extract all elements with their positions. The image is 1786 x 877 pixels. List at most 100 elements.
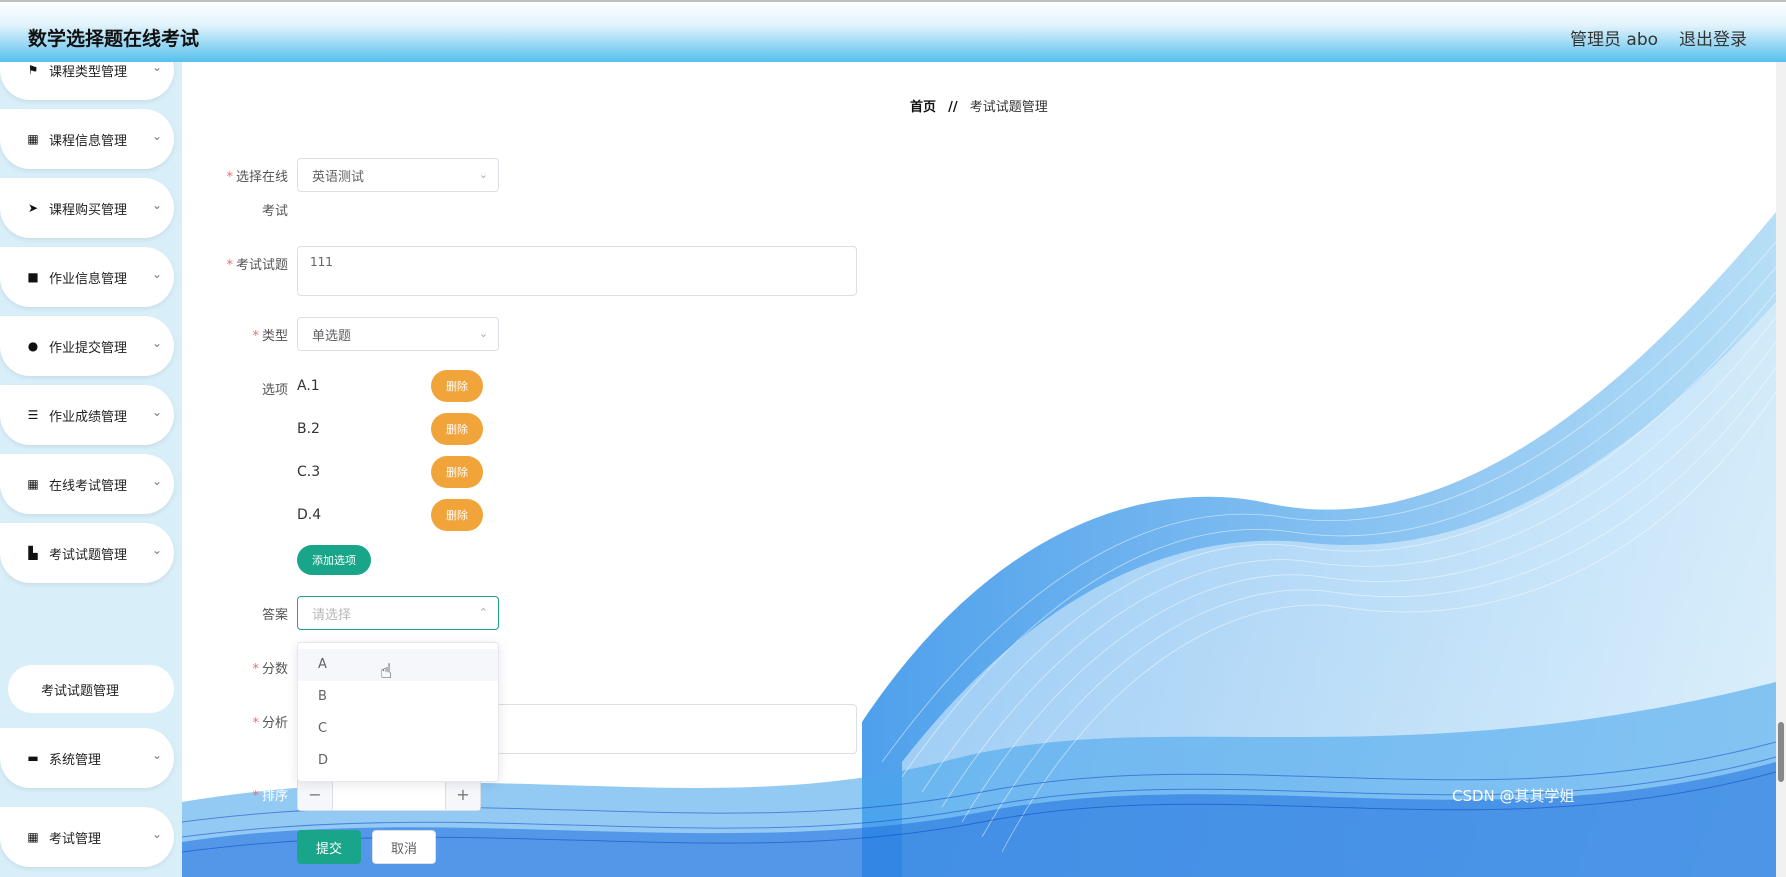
option-item: A.1 — [297, 378, 320, 394]
sidebar-item-course-info[interactable]: ▦ 课程信息管理 ⌄ — [0, 109, 174, 169]
main-content: 首页 // 考试试题管理 * 选择在线 考试 英语测试 ⌄ * 考试试题 111 *… — [182, 62, 1776, 877]
exam-select-label-line2: 考试 — [261, 204, 288, 219]
chevron-down-icon: ⌄ — [151, 543, 162, 557]
exam-select-label: * 选择在线 — [226, 170, 288, 185]
sidebar-item-course-type[interactable]: ⚑ 课程类型管理 ⌄ — [0, 62, 174, 100]
sidebar-item-label: 考试管理 — [49, 831, 102, 847]
option-item: D.4 — [297, 507, 322, 523]
chevron-down-icon: ⌄ — [151, 827, 162, 841]
required-mark: * — [226, 258, 233, 273]
top-header: 数学选择题在线考试 管理员 abo 退出登录 — [0, 0, 1786, 62]
sidebar: ⚑ 课程类型管理 ⌄ ▦ 课程信息管理 ⌄ ➤ 课程购买管理 ⌄ ■ 作业信息管… — [0, 62, 182, 877]
watermark: CSDN @其其学姐 — [1452, 787, 1575, 805]
submit-button[interactable]: 提交 — [297, 830, 361, 864]
sidebar-item-label: 课程信息管理 — [49, 133, 128, 149]
answer-dropdown: A B C D — [297, 642, 499, 782]
chevron-up-icon: ⌃ — [478, 606, 488, 619]
order-label: * 排序 — [252, 789, 288, 804]
answer-select-placeholder: 请选择 — [312, 607, 352, 623]
required-mark: * — [252, 716, 259, 731]
grid-icon: ▦ — [27, 477, 39, 491]
chat-icon: ▬ — [27, 751, 39, 765]
decrement-button[interactable]: − — [298, 778, 332, 810]
order-stepper[interactable]: − + — [297, 777, 481, 811]
grid-icon: ▦ — [27, 132, 39, 146]
required-mark: * — [252, 329, 259, 344]
grid-icon: ▦ — [27, 830, 39, 844]
dropdown-option-d[interactable]: D — [298, 745, 498, 777]
breadcrumb-separator: // — [948, 100, 958, 115]
cancel-button[interactable]: 取消 — [372, 830, 436, 864]
chevron-down-icon: ⌄ — [151, 405, 162, 419]
scrollbar-thumb[interactable] — [1778, 722, 1784, 782]
score-label: * 分数 — [252, 662, 288, 677]
delete-option-button[interactable]: 删除 — [431, 499, 483, 531]
flag-icon: ⚑ — [27, 63, 39, 77]
submenu-exam-question[interactable]: 考试试题管理 — [8, 665, 174, 713]
breadcrumb-current: 考试试题管理 — [969, 100, 1048, 115]
required-mark: * — [226, 170, 233, 185]
type-label: * 类型 — [252, 329, 288, 344]
chevron-down-icon: ⌄ — [151, 748, 162, 762]
sidebar-item-homework-info[interactable]: ■ 作业信息管理 ⌄ — [0, 247, 174, 307]
sidebar-item-exam[interactable]: ▦ 考试管理 ⌄ — [0, 807, 174, 867]
chevron-down-icon: ⌄ — [151, 336, 162, 350]
sidebar-item-label: 课程购买管理 — [49, 202, 128, 218]
type-select[interactable]: 单选题 ⌄ — [297, 317, 499, 351]
sidebar-item-online-exam[interactable]: ▦ 在线考试管理 ⌄ — [0, 454, 174, 514]
chevron-down-icon: ⌄ — [478, 168, 488, 181]
dropdown-option-b[interactable]: B — [298, 681, 498, 713]
briefcase-icon: ■ — [27, 270, 39, 284]
chart-icon: ▙ — [28, 546, 38, 560]
sidebar-item-label: 考试试题管理 — [49, 547, 128, 563]
sidebar-item-homework-submit[interactable]: ● 作业提交管理 ⌄ — [0, 316, 174, 376]
chevron-down-icon: ⌄ — [151, 62, 162, 74]
exam-select[interactable]: 英语测试 ⌄ — [297, 158, 499, 192]
chevron-down-icon: ⌄ — [151, 129, 162, 143]
sidebar-item-label: 作业提交管理 — [49, 340, 128, 356]
required-mark: * — [252, 662, 259, 677]
sidebar-item-system[interactable]: ▬ 系统管理 ⌄ — [0, 728, 174, 788]
analysis-label: * 分析 — [252, 716, 288, 731]
chevron-down-icon: ⌄ — [151, 474, 162, 488]
hand-cursor-icon: ☝ — [380, 659, 393, 683]
sidebar-item-label: 系统管理 — [49, 752, 102, 768]
question-textarea[interactable]: 111 — [297, 246, 857, 296]
answer-label: 答案 — [261, 608, 288, 623]
dropdown-option-c[interactable]: C — [298, 713, 498, 745]
dropdown-option-a[interactable]: A — [298, 649, 498, 681]
delete-option-button[interactable]: 删除 — [431, 456, 483, 488]
app-title: 数学选择题在线考试 — [28, 28, 200, 50]
delete-option-button[interactable]: 删除 — [431, 413, 483, 445]
chevron-down-icon: ⌄ — [478, 327, 488, 340]
answer-select[interactable]: 请选择 ⌃ — [297, 596, 499, 630]
breadcrumb-home[interactable]: 首页 — [910, 100, 936, 115]
required-mark: * — [252, 789, 259, 804]
admin-user-label: 管理员 abo — [1570, 30, 1659, 50]
type-select-value: 单选题 — [312, 328, 352, 344]
breadcrumb: 首页 // 考试试题管理 — [910, 96, 1048, 115]
sidebar-item-label: 在线考试管理 — [49, 478, 128, 494]
sidebar-item-label: 课程类型管理 — [49, 64, 128, 80]
chevron-down-icon: ⌄ — [151, 198, 162, 212]
delete-option-button[interactable]: 删除 — [431, 370, 483, 402]
option-item: C.3 — [297, 464, 321, 480]
chevron-down-icon: ⌄ — [151, 267, 162, 281]
order-input[interactable] — [332, 778, 446, 810]
sidebar-item-exam-question[interactable]: ▙ 考试试题管理 ⌄ — [0, 523, 174, 583]
add-option-button[interactable]: 添加选项 — [297, 545, 371, 575]
sidebar-item-homework-score[interactable]: ☰ 作业成绩管理 ⌄ — [0, 385, 174, 445]
option-item: B.2 — [297, 421, 320, 437]
logout-link[interactable]: 退出登录 — [1679, 25, 1747, 50]
paper-plane-icon: ➤ — [27, 201, 39, 215]
sidebar-item-label: 作业成绩管理 — [49, 409, 128, 425]
increment-button[interactable]: + — [446, 778, 480, 810]
page-scrollbar[interactable] — [1776, 62, 1786, 877]
sidebar-item-label: 作业信息管理 — [49, 271, 128, 287]
question-label: * 考试试题 — [226, 258, 288, 273]
options-label: 选项 — [261, 383, 288, 398]
sidebar-item-course-purchase[interactable]: ➤ 课程购买管理 ⌄ — [0, 178, 174, 238]
user-icon: ● — [27, 339, 39, 353]
exam-select-value: 英语测试 — [312, 169, 365, 185]
list-icon: ☰ — [27, 408, 39, 422]
